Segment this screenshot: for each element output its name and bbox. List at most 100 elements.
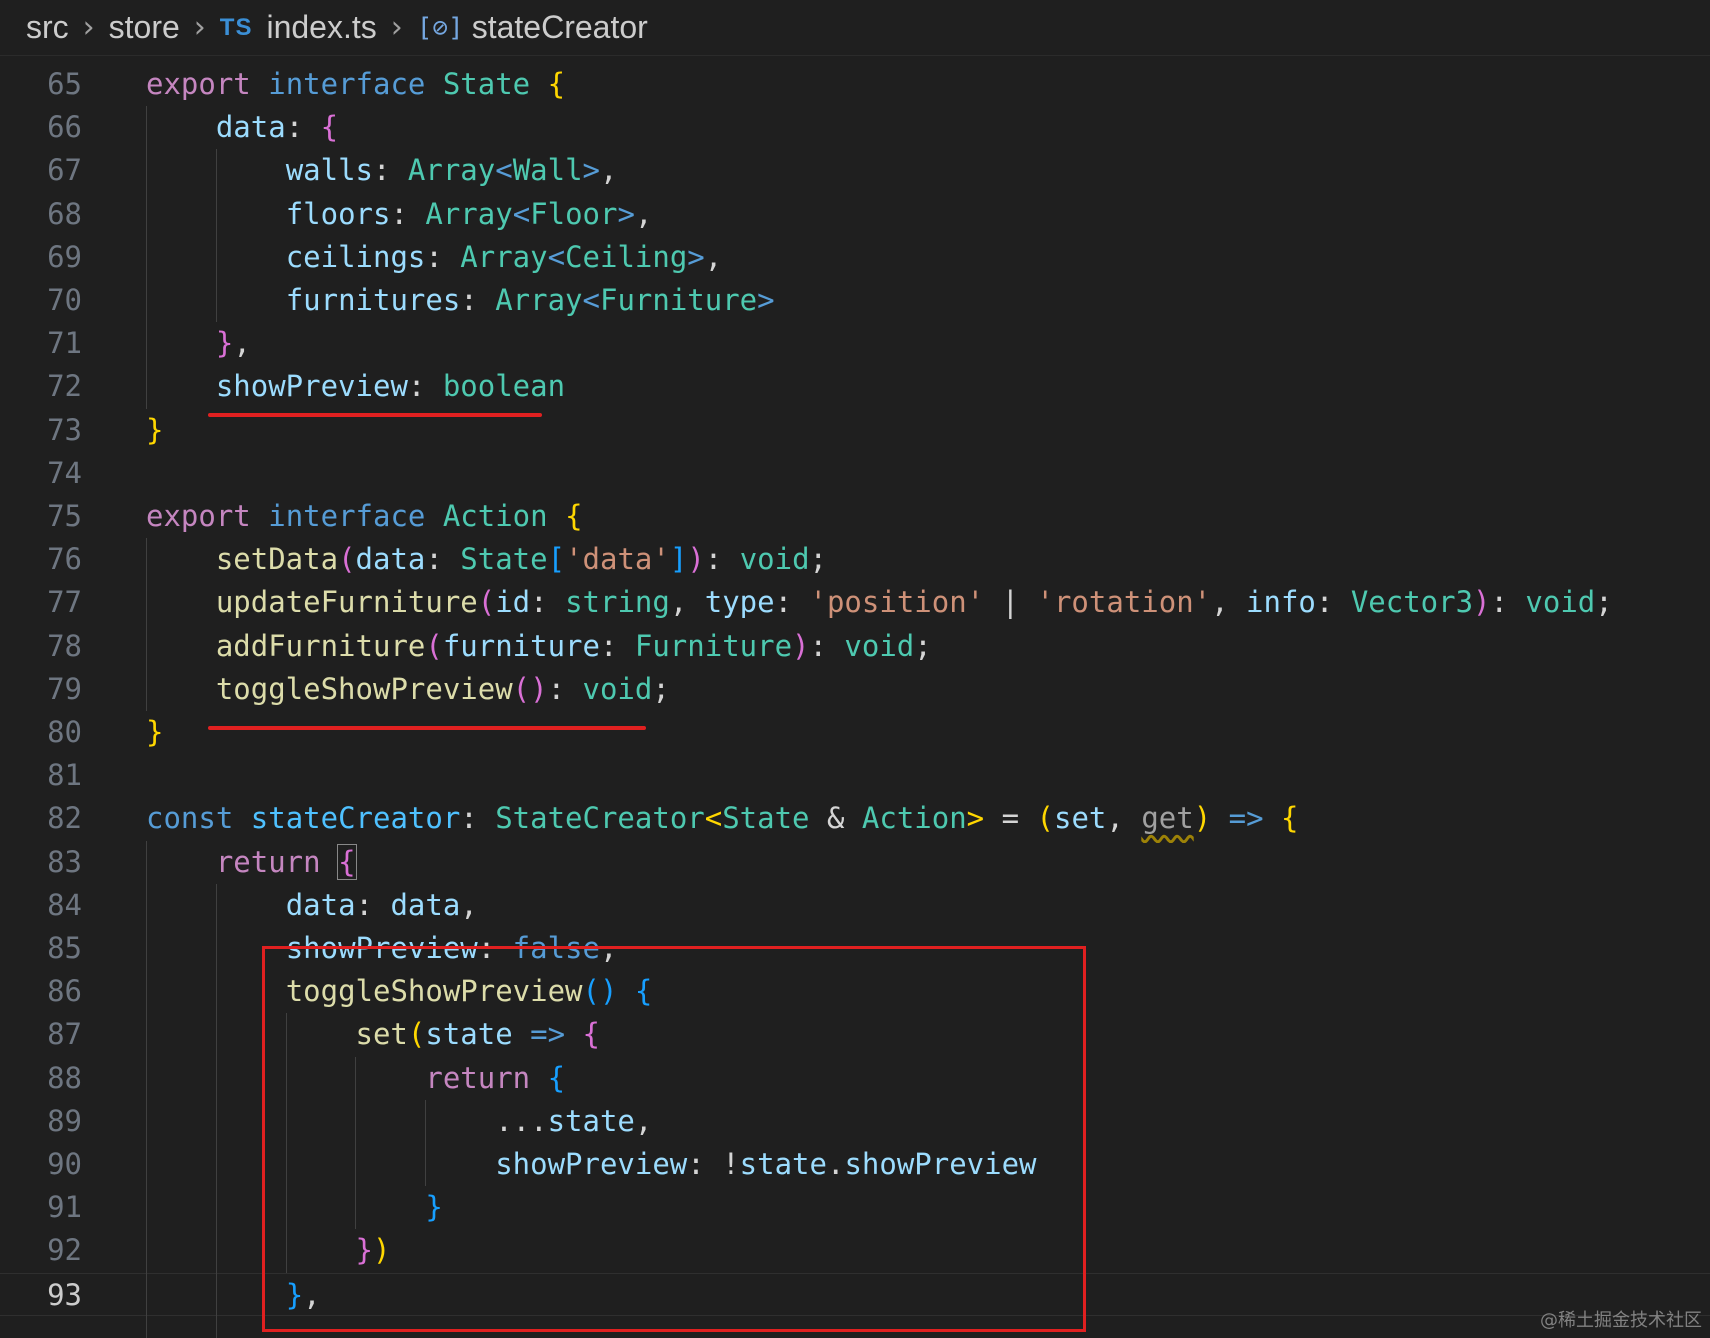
line-number: 91	[47, 1190, 82, 1225]
code-token: State	[722, 801, 810, 836]
code-token: data	[285, 887, 356, 922]
line-number: 73	[47, 412, 82, 447]
code-token: Furniture	[600, 283, 758, 317]
breadcrumb-label: store	[108, 9, 180, 45]
breadcrumb-item-symbol[interactable]: [⊘] stateCreator	[417, 9, 648, 46]
code-token: {	[320, 110, 339, 145]
code-token: >	[757, 283, 775, 317]
code-line[interactable]: 65 export interface State {	[0, 63, 1710, 106]
code-line[interactable]: 71 },	[0, 322, 1710, 365]
breadcrumb: src › store › TS index.ts › [⊘] stateCre…	[0, 0, 1710, 56]
code-token: &	[809, 801, 862, 836]
line-number: 67	[47, 153, 82, 188]
code-line[interactable]: 75 export interface Action {	[0, 495, 1710, 538]
code-text: return {	[146, 841, 357, 884]
code-token: 'rotation'	[1036, 585, 1212, 620]
code-line[interactable]: 76 setData(data: State['data']): void;	[0, 538, 1710, 581]
line-number: 81	[47, 758, 82, 793]
breadcrumb-label: index.ts	[266, 9, 377, 45]
indent-guide	[215, 149, 217, 323]
variable-symbol-icon: [⊘]	[416, 12, 464, 43]
code-token: ;	[1595, 585, 1613, 620]
code-token: Array	[460, 239, 548, 274]
code-token: data	[355, 542, 426, 577]
code-token: furniture	[442, 628, 600, 663]
line-number: 70	[47, 283, 82, 317]
code-token: info	[1246, 585, 1316, 620]
line-number: 82	[47, 801, 82, 836]
indent-guide	[146, 538, 147, 711]
code-token: ;	[809, 542, 828, 577]
code-token: ]	[669, 542, 688, 577]
indent-guide	[146, 106, 147, 409]
code-token: >	[687, 239, 705, 274]
line-number: 69	[47, 239, 82, 274]
code-token: setData	[215, 542, 339, 577]
code-token: =	[984, 801, 1037, 836]
code-line[interactable]: 81	[0, 754, 1710, 797]
code-token: {	[547, 67, 566, 101]
code-token: )	[1473, 585, 1491, 620]
breadcrumb-item-file[interactable]: TS index.ts	[220, 9, 377, 46]
code-token: ,	[634, 196, 653, 231]
code-line[interactable]: 84 data: data,	[0, 884, 1710, 927]
code-line[interactable]: 78 addFurniture(furniture: Furniture): v…	[0, 625, 1710, 668]
code-line[interactable]: 79 toggleShowPreview(): void;	[0, 668, 1710, 711]
code-token: :	[355, 887, 391, 922]
code-token: id	[495, 585, 531, 620]
line-number: 77	[47, 585, 82, 620]
code-token: Furniture	[634, 628, 793, 663]
code-token: Action	[442, 499, 548, 533]
line-number: 92	[47, 1233, 82, 1268]
code-line[interactable]: 82 const stateCreator: StateCreator<State…	[0, 797, 1710, 840]
code-line[interactable]: 70 furnitures: Array<Furniture>	[0, 279, 1710, 322]
code-line[interactable]: 74	[0, 452, 1710, 495]
code-token: <	[547, 239, 566, 274]
breadcrumb-item-store[interactable]: store	[109, 9, 180, 46]
indent-guide	[146, 840, 147, 1338]
code-token: :	[704, 542, 740, 577]
code-token: ,	[460, 887, 478, 922]
code-line[interactable]: 72 showPreview: boolean	[0, 365, 1710, 408]
code-token: (	[1036, 801, 1054, 836]
code-token: floors	[285, 196, 391, 231]
line-number: 71	[47, 326, 82, 361]
code-token: walls	[285, 153, 373, 188]
code-token: }	[146, 715, 164, 749]
code-line[interactable]: 80}	[0, 711, 1710, 754]
code-token: :	[460, 801, 496, 836]
code-line[interactable]: 83 return {	[0, 841, 1710, 884]
code-token: Ceiling	[565, 239, 688, 274]
code-line[interactable]: 66 data: {	[0, 106, 1710, 149]
chevron-right-icon: ›	[390, 10, 403, 45]
breadcrumb-item-src[interactable]: src	[26, 9, 69, 46]
code-token: Array	[495, 283, 583, 317]
code-token: 'data'	[565, 542, 670, 577]
code-token: ;	[914, 628, 932, 663]
line-number: 86	[47, 974, 82, 1009]
code-line[interactable]: 67 walls: Array<Wall>,	[0, 149, 1710, 192]
code-token: )	[1193, 801, 1212, 836]
line-number: 72	[47, 369, 82, 404]
code-token: updateFurniture	[215, 585, 478, 620]
code-line[interactable]: 77 updateFurniture(id: string, type: 'po…	[0, 581, 1710, 624]
code-line[interactable]: 69 ceilings: Array<Ceiling>,	[0, 236, 1710, 279]
typescript-file-icon: TS	[219, 13, 253, 41]
code-token: void	[582, 671, 653, 706]
code-token: :	[530, 585, 566, 620]
code-line[interactable]: 68 floors: Array<Floor>,	[0, 193, 1710, 236]
code-token: Action	[861, 801, 967, 836]
code-text: ceilings: Array<Ceiling>,	[146, 236, 723, 279]
code-token: State	[460, 542, 548, 577]
code-token: <	[495, 153, 513, 188]
code-token: Vector3	[1350, 585, 1474, 620]
